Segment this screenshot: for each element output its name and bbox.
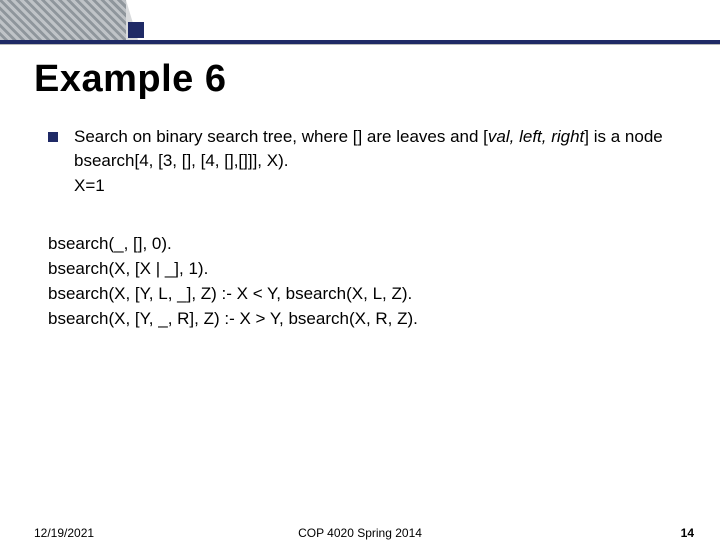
bullet-icon [48, 132, 58, 142]
bullet-line-3: X=1 [74, 175, 684, 197]
slide-title: Example 6 [34, 58, 227, 101]
bullet-line-1-ital: val, left, right [488, 127, 584, 146]
footer-course: COP 4020 Spring 2014 [0, 526, 720, 540]
bullet-content: Search on binary search tree, where [] a… [74, 126, 684, 199]
bullet-line-1-pre: Search on binary search tree, where [] a… [74, 127, 488, 146]
bullet-line-2: bsearch[4, [3, [], [4, [],[]]], X). [74, 150, 684, 172]
code-line: bsearch(X, [X | _], 1). [48, 258, 684, 281]
top-rule-thin [0, 44, 720, 45]
code-line: bsearch(_, [], 0). [48, 233, 684, 256]
code-line: bsearch(X, [Y, _, R], Z) :- X > Y, bsear… [48, 308, 684, 331]
code-line: bsearch(X, [Y, L, _], Z) :- X < Y, bsear… [48, 283, 684, 306]
slide: Example 6 Search on binary search tree, … [0, 0, 720, 540]
bullet-item: Search on binary search tree, where [] a… [48, 126, 684, 199]
bullet-line-1: Search on binary search tree, where [] a… [74, 126, 684, 148]
bullet-line-1-post: ] is a node [584, 127, 662, 146]
decorative-strip [0, 0, 126, 40]
footer-page: 14 [681, 526, 694, 540]
slide-body: Search on binary search tree, where [] a… [48, 126, 684, 333]
code-block: bsearch(_, [], 0). bsearch(X, [X | _], 1… [48, 233, 684, 331]
decorative-square [128, 22, 144, 38]
